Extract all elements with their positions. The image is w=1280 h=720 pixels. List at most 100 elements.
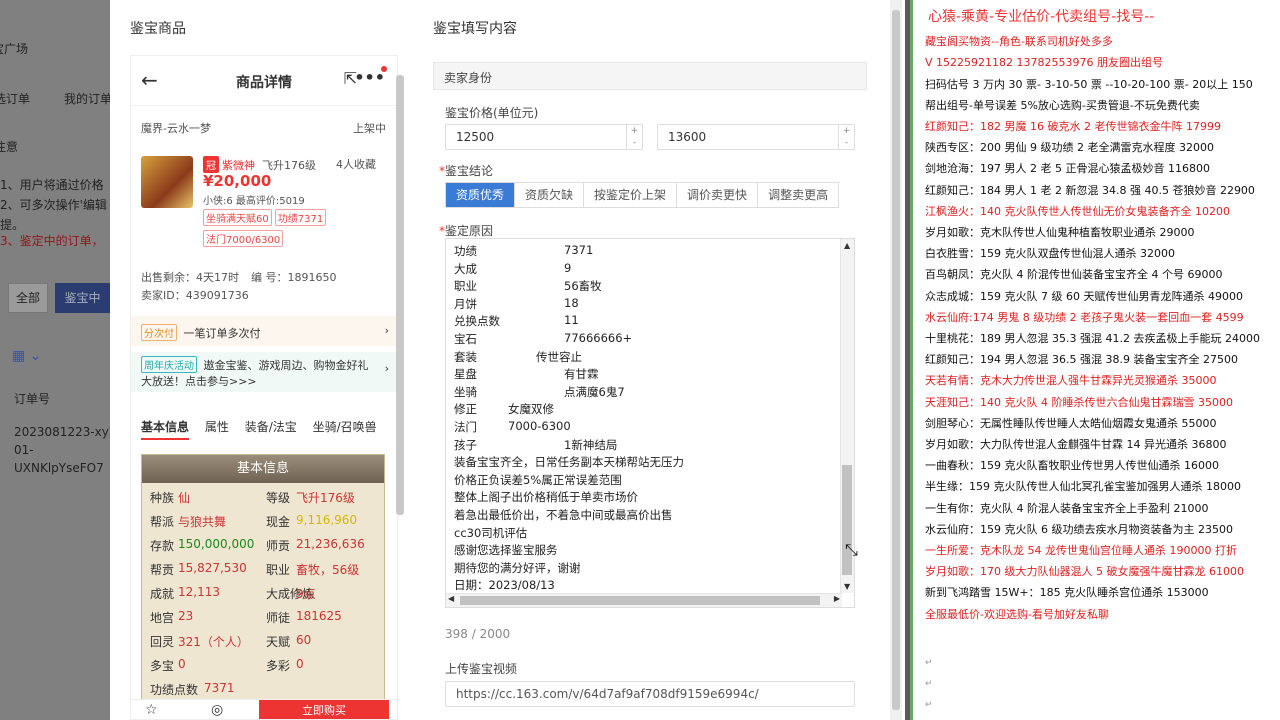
info-value: 9点 (296, 587, 316, 601)
textarea-hscroll-thumb[interactable] (460, 596, 820, 605)
document-line: 天涯知己：140 克火队 4 阶睡杀传世六合仙鬼甘霖瑞雪 35000 (925, 395, 1233, 409)
tab-attributes[interactable]: 属性 (205, 420, 229, 434)
bg-appraising-button[interactable]: 鉴宝中 (55, 283, 110, 313)
info-key: 帮派 (150, 515, 175, 529)
info-key: 现金 (266, 515, 291, 529)
bg-text: 注意 (0, 140, 19, 154)
product-code: 编 号：1891650 (251, 271, 337, 284)
appraisal-form: 卖家身份 鉴宝价格(单位元) 12500 + - 13600 + - *鉴宝结论 资质优… (433, 62, 867, 720)
info-value: 飞升176级 (296, 491, 355, 505)
info-value: 23 (178, 609, 194, 623)
document-line: 白衣胜雪：159 克火队双盘传世仙混人通杀 32000 (925, 247, 1175, 261)
info-key: 等级 (266, 491, 291, 505)
buy-now-button[interactable]: 立即购买 (259, 700, 389, 719)
scroll-up-icon[interactable]: ▲ (844, 241, 850, 250)
sale-remaining: 出售剩余：4天17时 (141, 271, 239, 284)
info-key: 天赋 (266, 635, 291, 649)
char-counter: 398 / 2000 (445, 627, 511, 641)
paragraph-mark-icon: ↵ (925, 700, 933, 710)
modal-scrollbar[interactable] (890, 0, 902, 720)
info-value: 仙 (178, 491, 191, 505)
reason-line: 修正 (454, 402, 477, 417)
document-line: 红颜知己：182 男魔 16 破克水 2 老传世锦衣金牛阵 17999 (925, 120, 1221, 133)
price-max-input[interactable]: 13600 + - (657, 124, 855, 150)
document-line: 江枫渔火：140 克火队传世人传世仙无价女鬼装备齐全 10200 (925, 204, 1230, 218)
reason-value: 56畜牧 (564, 279, 602, 294)
document-line: 红颜知己：194 男人忽混 36.5 强混 38.9 装备宝宝齐全 27500 (925, 353, 1238, 367)
document-heading: 心猿-乘黄-专业估价-代卖组号-找号-- (928, 9, 1155, 25)
grid-icon[interactable]: ▦ ⌄ (12, 348, 41, 364)
background-page: 宝广场 选订单 我的订单 注意 1、用户将通过价格 2、可多次操作'编辑 提。 … (0, 0, 115, 720)
scroll-right-icon[interactable]: ▶ (834, 594, 840, 603)
document-line: 扫码估号 3 万内 30 票- 3-10-50 票 --10-20-100 票-… (925, 77, 1253, 91)
basic-info-box: 基本信息 种族仙 等级 飞升176级 帮派 与狼共舞 现金 9,116,960 存款 150,0… (141, 454, 385, 719)
bg-text: 提。 (0, 218, 25, 232)
conclusion-higher-button[interactable]: 调整卖更高 (758, 183, 838, 207)
textarea-hscrollbar[interactable]: ◀ ▶ (446, 593, 842, 607)
info-key: 地宫 (150, 611, 175, 625)
video-url-input[interactable]: https://cc.163.com/v/64d7af9af708df9159e… (445, 681, 855, 707)
reason-line: 职业 (454, 279, 477, 294)
star-icon[interactable]: ☆ (145, 702, 158, 718)
conclusion-faster-button[interactable]: 调价卖更快 (677, 183, 759, 207)
promo-banner[interactable]: 周年庆活动 遨金宝鉴、游戏周边、购物金好礼 大放送！点击参与>>> › (131, 352, 397, 392)
product-tabs: 基本信息 属性 装备/法宝 坐骑/召唤兽 (141, 418, 389, 440)
tab-basic-info[interactable]: 基本信息 (141, 420, 190, 440)
reason-value: 点满魔6鬼7 (564, 384, 625, 399)
product-subinfo: 小侠:6 最高评价:5019 (203, 196, 305, 207)
reason-line: 感谢您选择鉴宝服务 (454, 543, 558, 558)
reason-value: 7371 (564, 243, 594, 257)
document-line: 剑地沧海：197 男人 2 老 5 正骨混心猿孟极妙音 116800 (925, 162, 1210, 176)
bg-text: 2、可多次操作'编辑 (0, 198, 107, 212)
close-icon[interactable]: ✕ (186, 0, 209, 20)
info-value: 9,116,960 (296, 513, 358, 527)
installment-banner[interactable]: 分次付 一笔订单多次付 › (131, 316, 397, 346)
scroll-down-icon[interactable]: ▼ (844, 582, 850, 591)
tab-equipment[interactable]: 装备/法宝 (245, 420, 297, 434)
info-value: 60 (296, 633, 312, 647)
info-key: 师徒 (266, 611, 291, 625)
preview-scrollbar[interactable] (396, 75, 404, 515)
document-line: 岁月如歌：克木队传世人仙鬼种植畜牧职业通杀 29000 (925, 226, 1195, 239)
info-key: 成就 (150, 587, 175, 601)
reason-line: 整体上阁子出价格稍低于单卖市场价 (454, 490, 638, 505)
info-key: 多宝 (150, 659, 175, 673)
bg-text: 宝广场 (0, 42, 29, 56)
modal-scroll-thumb[interactable] (892, 10, 900, 710)
info-value: 321（个人） (178, 635, 249, 649)
product-tag: 法门7000/6300 (203, 230, 284, 247)
document-line: 半生缘：159 克火队传世人仙北冥孔雀宝鉴加强男人通杀 18000 (925, 480, 1241, 494)
more-icon[interactable]: ••• (354, 68, 385, 87)
reason-value: 有甘霖 (564, 367, 599, 382)
document-line: 百鸟朝凤：克火队 4 阶混传世仙装备宝宝齐全 4 个号 69000 (925, 268, 1223, 282)
price-min-input[interactable]: 12500 + - (445, 124, 643, 150)
document-line: 水云仙府:174 男鬼 8 级功绩 2 老孩子鬼火装一套回血一套 4599 (925, 310, 1244, 324)
conclusion-excellent-button[interactable]: 资质优秀 (446, 183, 516, 207)
reason-line: 孩子 (454, 437, 477, 452)
bg-text: 3、鉴定中的订单， (0, 234, 104, 248)
stepper-icon[interactable]: + - (626, 125, 642, 149)
installment-text: 一笔订单多次付 (183, 327, 261, 340)
reason-textarea[interactable]: 功绩 7371 大成 9 职业 56畜牧 月饼 18 兑换点数 11 宝石 77666666+ 套装 传世… (445, 238, 855, 608)
reason-line: 功绩 (454, 244, 477, 258)
promo-tag: 周年庆活动 (141, 356, 197, 373)
info-value: 畜牧，56级 (296, 563, 360, 577)
product-price: ¥20,000 (203, 172, 272, 190)
info-key: 回灵 (150, 635, 175, 649)
stepper-icon[interactable]: + - (838, 125, 854, 149)
conclusion-button-group: 资质优秀 资质欠缺 按鉴定价上架 调价卖更快 调整卖更高 (445, 182, 840, 208)
conclusion-list-at-price-button[interactable]: 按鉴定价上架 (584, 183, 678, 207)
conclusion-lacking-button[interactable]: 资质欠缺 (515, 183, 585, 207)
bg-all-button[interactable]: 全部 (8, 283, 48, 313)
character-level: 飞升176级 (262, 159, 316, 172)
document-line: 藏宝阁买物资--角色-联系司机好处多多 (925, 35, 1113, 49)
tab-mounts[interactable]: 坐骑/召唤兽 (313, 420, 377, 434)
info-value: 150,000,000 (178, 537, 255, 551)
info-key: 功绩点数 (150, 683, 199, 697)
document-line: 剑胆琴心：无属性睡队传世睡人太皓仙烟霞女鬼通杀 55000 (925, 416, 1217, 430)
info-key: 帮贡 (150, 563, 175, 577)
scroll-left-icon[interactable]: ◀ (448, 594, 454, 603)
service-icon[interactable]: ◎ (211, 702, 223, 718)
server-name: 魔界-云水一梦 (141, 122, 211, 135)
bg-text: 01- (14, 443, 34, 457)
